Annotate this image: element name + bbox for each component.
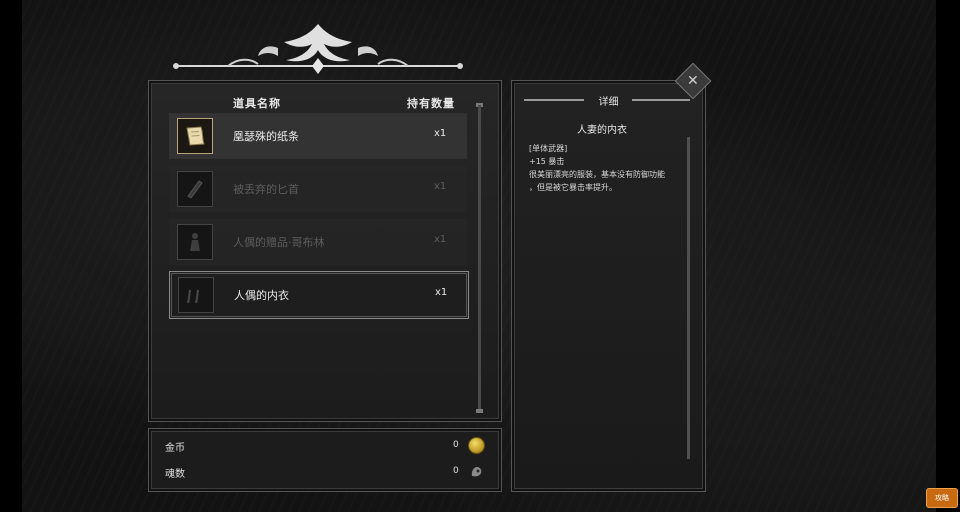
item-name: 人偶的内衣 (234, 289, 289, 302)
detail-tag: [单体武器] (529, 144, 568, 153)
item-quantity: x1 (434, 128, 447, 139)
ornament-icon (173, 24, 463, 74)
figurine-icon (177, 224, 213, 260)
gold-label: 金币 (165, 443, 185, 454)
detail-stat: +15 暴击 (529, 157, 565, 166)
gold-value: 0 (453, 440, 459, 450)
inventory-item-row[interactable]: 被丢弃的匕首 x1 (169, 166, 467, 212)
inventory-item-row[interactable]: 人偶的赠品·哥布林 x1 (169, 219, 467, 265)
underwear-icon (178, 277, 214, 313)
game-screen: 道具名称 持有数量 凰瑟殊的纸条 x1 被丢弃的匕首 x1 人偶的赠品·哥布林 … (0, 0, 960, 512)
detail-description-line-1: 很美丽漂亮的服装，基本没有防御功能 (529, 170, 665, 179)
corner-button[interactable]: 攻略 (926, 488, 958, 508)
soul-value: 0 (453, 466, 459, 476)
paper-scroll-icon (177, 118, 213, 154)
soul-icon (471, 467, 482, 477)
inventory-panel: 道具名称 持有数量 凰瑟殊的纸条 x1 被丢弃的匕首 x1 人偶的赠品·哥布林 … (148, 80, 502, 422)
close-icon: ✕ (687, 72, 699, 89)
detail-item-name: 人妻的内衣 (577, 125, 627, 136)
column-header-name: 道具名称 (233, 97, 281, 110)
detail-panel: 详细 人妻的内衣 [单体武器] +15 暴击 很美丽漂亮的服装，基本没有防御功能… (511, 80, 706, 492)
currency-panel: 金币 0 魂数 0 (148, 428, 502, 492)
item-quantity: x1 (434, 181, 447, 192)
item-name: 凰瑟殊的纸条 (233, 130, 299, 143)
inventory-item-row[interactable]: 凰瑟殊的纸条 x1 (169, 113, 467, 159)
inventory-scrollbar[interactable] (478, 105, 481, 411)
item-name: 人偶的赠品·哥布林 (233, 236, 325, 249)
inventory-item-row-selected[interactable]: 人偶的内衣 x1 (169, 271, 469, 319)
detail-scrollbar[interactable] (687, 137, 690, 459)
detail-title: 详细 (598, 97, 619, 108)
item-quantity: x1 (434, 234, 447, 245)
coin-icon (469, 438, 484, 453)
scrollbar-cap-bottom (476, 409, 483, 413)
dagger-icon (177, 171, 213, 207)
item-quantity: x1 (435, 287, 448, 298)
item-name: 被丢弃的匕首 (233, 183, 299, 196)
soul-label: 魂数 (165, 469, 185, 480)
detail-description-line-2: ，但是被它暴击率提升。 (529, 183, 617, 192)
column-header-quantity: 持有数量 (407, 97, 455, 110)
letterbox-left (0, 0, 22, 512)
letterbox-right (936, 0, 960, 512)
